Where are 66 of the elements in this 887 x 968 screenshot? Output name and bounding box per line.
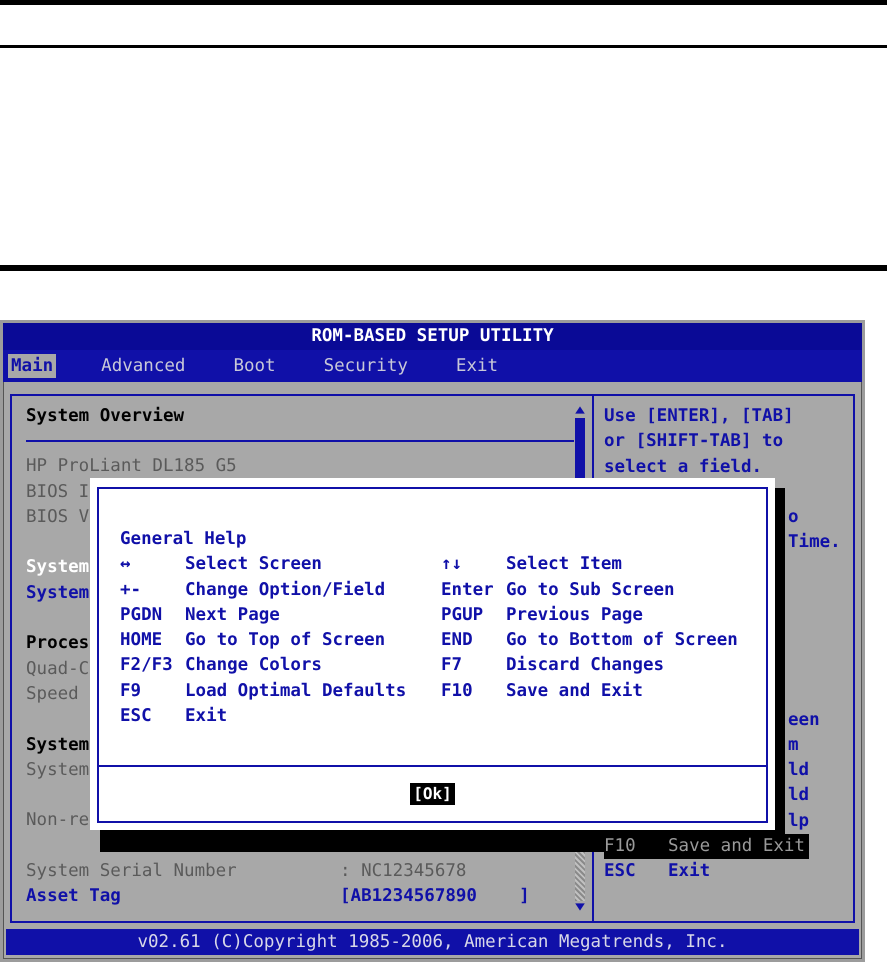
info-text: Speed <box>26 682 79 706</box>
section-heading: System Overview <box>26 405 186 428</box>
scroll-thumb[interactable] <box>575 418 585 478</box>
key-label: PGDN <box>120 604 164 627</box>
field-value: : NC12345678 <box>340 860 466 884</box>
key-label: ESC <box>120 705 153 728</box>
key-label: ESC <box>604 860 637 884</box>
key-label: F10 <box>604 835 637 858</box>
key-description: Discard Changes <box>506 654 664 678</box>
key-label: Enter <box>441 578 495 602</box>
info-text: HP ProLiant DL185 G5 <box>26 455 237 478</box>
copyright-text: v02.61 (C)Copyright 1985-2006, American Megatrends, Inc. <box>137 932 728 952</box>
key-description: Exit <box>668 860 710 884</box>
menu-tab[interactable]: Security <box>320 354 411 378</box>
help-text: een <box>788 708 820 732</box>
dialog-title: General Help <box>120 528 248 551</box>
key-description: Go to Sub Screen <box>506 578 675 602</box>
help-text: select a field. <box>604 456 762 479</box>
key-description: Change Option/Field <box>185 578 386 602</box>
key-label: ↔ <box>120 553 132 576</box>
help-text: ld <box>788 784 810 808</box>
key-description: Go to Bottom of Screen <box>506 629 738 652</box>
key-label: HOME <box>120 629 164 652</box>
key-description: Save and Exit <box>506 680 643 703</box>
key-label: END <box>441 629 474 652</box>
help-text: or [SHIFT-TAB] to <box>604 430 784 454</box>
info-text: System <box>26 758 90 782</box>
info-text: BIOS I <box>26 480 90 504</box>
help-text: ld <box>788 759 810 782</box>
key-label: F7 <box>441 654 464 678</box>
key-label: PGUP <box>441 604 484 627</box>
menu-tab[interactable]: Advanced <box>98 354 188 378</box>
setup-item[interactable]: Asset Tag <box>26 884 340 910</box>
help-text: lp <box>788 810 810 833</box>
key-description: Load Optimal Defaults <box>185 680 408 703</box>
key-description: Exit <box>185 705 228 728</box>
key-description: Change Colors <box>185 654 323 678</box>
ok-button[interactable]: [Ok] <box>410 783 455 805</box>
key-label: ↑↓ <box>441 553 464 576</box>
menu-tab[interactable]: Main <box>8 354 56 378</box>
scroll-up-icon[interactable] <box>574 404 586 416</box>
key-description: Select Screen <box>185 553 323 576</box>
help-text: o <box>788 506 799 530</box>
info-text: System Serial Number <box>26 860 238 884</box>
key-description: Go to Top of Screen <box>185 629 386 652</box>
key-label: F10 <box>441 680 474 703</box>
screen-title: ROM-BASED SETUP UTILITY <box>311 325 554 348</box>
key-label: F9 <box>120 680 142 703</box>
field-value[interactable]: [AB1234567890 ] <box>340 884 530 910</box>
key-description: Save and Exit <box>668 835 805 858</box>
menu-tab[interactable]: Boot <box>230 354 279 378</box>
info-text: Non-re <box>26 809 90 832</box>
menu-tab[interactable]: Exit <box>452 354 502 378</box>
key-label: F2/F3 <box>120 654 174 678</box>
info-text: BIOS V <box>26 506 90 529</box>
key-label: +- <box>120 578 142 602</box>
info-text: Quad-C <box>26 658 90 681</box>
help-text: m <box>788 734 799 757</box>
key-description: Select Item <box>506 553 622 576</box>
setup-item[interactable]: System <box>26 580 90 606</box>
help-text: Time. <box>788 531 841 554</box>
info-text: System <box>26 734 90 757</box>
help-text: Use [ENTER], [TAB] <box>604 405 794 428</box>
key-description: Previous Page <box>506 604 643 627</box>
key-description: Next Page <box>185 604 281 627</box>
info-text: Proces <box>26 632 90 656</box>
